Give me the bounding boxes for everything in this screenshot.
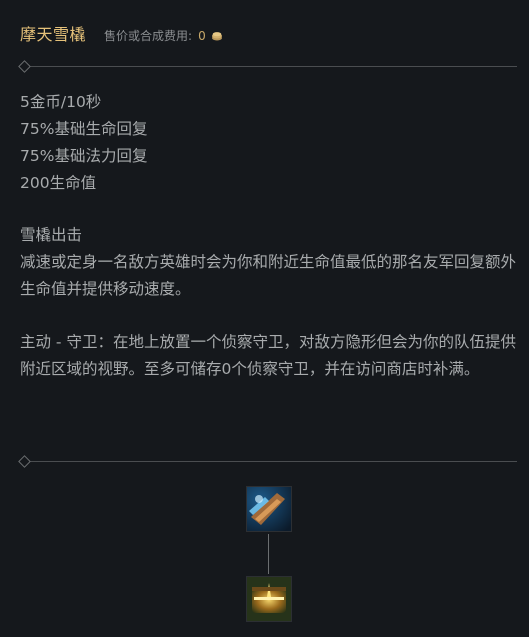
stat-gold-generation: 5金币/10秒 [20,93,102,111]
build-tree-connector [268,534,269,574]
active-text: 主动 - 守卫：在地上放置一个侦察守卫，对敌方隐形但会为你的队伍提供附近区域的视… [20,333,516,378]
divider-diamond-icon [18,60,31,73]
stat-mana-regen: 75%基础法力回复 [20,147,148,165]
stat-health: 200生命值 [20,174,97,192]
price-label: 售价或合成费用: [104,29,193,43]
item-name: 摩天雪橇 [20,25,87,44]
frostfang-item-icon[interactable] [246,486,292,532]
header-divider [18,60,517,73]
build-tree-divider [18,455,517,468]
stat-health-regen: 75%基础生命回复 [20,120,148,138]
tooltip-header: 摩天雪橇 售价或合成费用: 0 [20,21,223,45]
passive-text: 减速或定身一名敌方英雄时会为你和附近生命值最低的那名友军回复额外生命值并提供移动… [20,253,517,298]
gold-coin-icon [211,26,223,41]
price-value: 0 [198,29,206,43]
item-tooltip-panel: 摩天雪橇 售价或合成费用: 0 5金币/10秒 75%基础生命回复 75%基础法… [0,0,529,637]
item-stats: 5金币/10秒 75%基础生命回复 75%基础法力回复 200生命值 [20,89,147,197]
runesteel-spaulders-item-icon[interactable] [246,576,292,622]
passive-block: 雪橇出击 减速或定身一名敌方英雄时会为你和附近生命值最低的那名友军回复额外生命值… [20,222,520,303]
active-block: 主动 - 守卫：在地上放置一个侦察守卫，对敌方隐形但会为你的队伍提供附近区域的视… [20,329,520,383]
divider-diamond-icon [18,455,31,468]
passive-title: 雪橇出击 [20,226,83,244]
